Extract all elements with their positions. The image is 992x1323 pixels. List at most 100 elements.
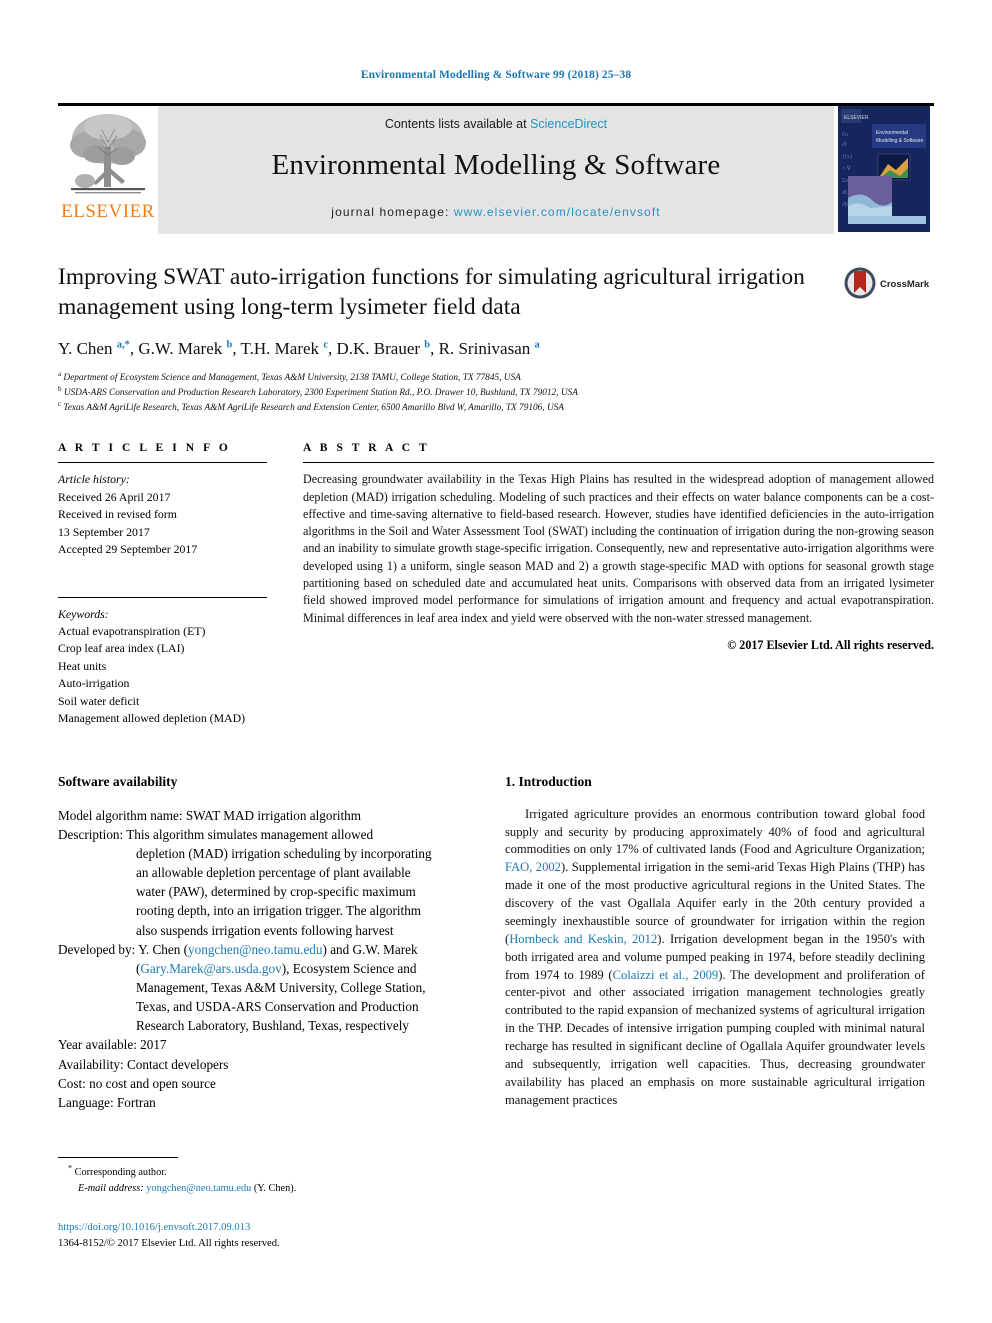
homepage-url-link[interactable]: www.elsevier.com/locate/envsoft <box>454 205 661 219</box>
journal-homepage-line: journal homepage: www.elsevier.com/locat… <box>331 205 660 219</box>
journal-cover: ELSEVIER Environmental Modelling & Softw… <box>834 106 934 234</box>
abstract-rule <box>303 462 934 464</box>
email-label: E-mail address: <box>78 1182 144 1194</box>
affiliation-line: b USDA-ARS Conservation and Production R… <box>58 385 578 399</box>
software-language-line: Language: Fortran <box>58 1094 156 1110</box>
software-developer-line: Management, Texas A&M University, Colleg… <box>136 980 426 995</box>
software-model-name: Model algorithm name: SWAT MAD irrigatio… <box>58 807 362 823</box>
paper-page: Environmental Modelling & Software 99 (2… <box>0 0 992 1323</box>
software-availability-column: Software availability Model algorithm na… <box>58 774 478 1112</box>
footnote-rule <box>58 1157 178 1158</box>
svg-text:∂β: ∂β <box>842 201 848 208</box>
corresponding-author-text: Corresponding author. <box>74 1167 167 1178</box>
software-description-first: Description: This algorithm simulates ma… <box>58 826 374 842</box>
developer-email-2-link[interactable]: Gary.Marek@ars.usda.gov <box>140 961 281 976</box>
software-description-line: water (PAW), determined by crop-specific… <box>136 884 416 900</box>
keyword-item: Heat units <box>58 658 107 673</box>
doi-block: https://doi.org/10.1016/j.envsoft.2017.0… <box>58 1220 478 1252</box>
article-info-rule <box>58 462 267 464</box>
introduction-heading: 1. Introduction <box>505 773 592 789</box>
journal-title: Environmental Modelling & Software <box>271 149 721 181</box>
svg-text:ELSEVIER: ELSEVIER <box>844 115 869 121</box>
homepage-prefix: journal homepage: <box>331 205 454 219</box>
elsevier-logo: ELSEVIER <box>58 106 158 234</box>
keywords-rule <box>58 596 267 598</box>
software-year-line: Year available: 2017 <box>58 1037 167 1053</box>
crossmark-icon: CrossMark <box>844 267 930 299</box>
affiliation-marker: b <box>58 385 62 394</box>
svg-text:= ∇: = ∇ <box>842 165 852 172</box>
sciencedirect-band: Contents lists available at ScienceDirec… <box>158 106 834 234</box>
software-developed-by-line: Developed by: Y. Chen (yongchen@neo.tamu… <box>58 941 418 957</box>
affiliation-line: c Texas A&M AgriLife Research, Texas A&M… <box>58 400 564 414</box>
abstract-column: A B S T R A C T Decreasing groundwater a… <box>303 442 934 653</box>
keyword-item: Crop leaf area index (LAI) <box>58 641 185 656</box>
journal-cover-thumbnail-icon: ELSEVIER Environmental Modelling & Softw… <box>838 106 930 232</box>
software-developed-by-rest: Management, Texas A&M University, Colleg… <box>58 978 450 1035</box>
keyword-item: Actual evapotranspiration (ET) <box>58 624 206 639</box>
contents-available-line: Contents lists available at ScienceDirec… <box>385 117 607 131</box>
svg-text:∂t: ∂t <box>842 141 847 148</box>
keyword-item: Auto-irrigation <box>58 676 130 691</box>
introduction-column: 1. Introduction Irrigated agriculture pr… <box>505 774 925 1110</box>
article-history-item: Received in revised form <box>58 507 177 522</box>
svg-text:∂u: ∂u <box>842 131 848 138</box>
citation-link[interactable]: Colaizzi et al., 2009 <box>613 968 719 982</box>
sciencedirect-link[interactable]: ScienceDirect <box>530 117 607 131</box>
keywords-title: Keywords: <box>58 606 109 621</box>
journal-masthead: ELSEVIER Contents lists available at Sci… <box>58 103 934 234</box>
affiliation-marker: a <box>58 370 62 379</box>
affiliation-list: a Department of Ecosystem Science and Ma… <box>58 371 827 416</box>
introduction-paragraph: Irrigated agriculture provides an enormo… <box>505 806 925 1107</box>
software-description-rest: depletion (MAD) irrigation scheduling by… <box>58 844 450 940</box>
keywords-list: Actual evapotranspiration (ET) Crop leaf … <box>58 623 267 728</box>
software-developer-line: Texas, and USDA-ARS Conservation and Pro… <box>136 999 419 1015</box>
affiliation-line: a Department of Ecosystem Science and Ma… <box>58 370 521 384</box>
affiliation-marker: c <box>58 400 62 409</box>
software-description-line: rooting depth, into an irrigation trigge… <box>136 903 422 919</box>
svg-text:CrossMark: CrossMark <box>880 279 930 290</box>
article-history-item: Accepted 29 September 2017 <box>58 542 198 557</box>
software-availability-heading: Software availability <box>58 773 178 789</box>
contents-prefix: Contents lists available at <box>384 117 531 131</box>
article-history-item: Received 26 April 2017 <box>58 489 171 504</box>
info-abstract-row: A R T I C L E I N F O Article history: R… <box>58 442 934 727</box>
abstract-heading: A B S T R A C T <box>303 442 430 455</box>
body-columns: Software availability Model algorithm na… <box>58 774 934 1112</box>
abstract-text: Decreasing groundwater availability in t… <box>303 472 934 625</box>
running-head: Environmental Modelling & Software 99 (2… <box>360 69 632 81</box>
abstract-copyright: © 2017 Elsevier Ltd. All rights reserved… <box>727 637 934 652</box>
corresponding-author-note: * Corresponding author. <box>58 1163 478 1181</box>
article-info-column: A R T I C L E I N F O Article history: R… <box>58 442 303 727</box>
elsevier-wordmark: ELSEVIER <box>61 201 155 222</box>
keywords-block: Keywords: Actual evapotranspiration (ET)… <box>58 596 267 728</box>
doi-link[interactable]: https://doi.org/10.1016/j.envsoft.2017.0… <box>58 1220 478 1236</box>
software-cost-line: Cost: no cost and open source <box>58 1075 216 1091</box>
article-history-list: Received 26 April 2017 Received in revise… <box>58 489 267 559</box>
title-text-wrap: Improving SWAT auto-irrigation functions… <box>58 262 839 416</box>
asterisk-icon: * <box>68 1163 72 1173</box>
svg-text:ƒ(x): ƒ(x) <box>842 153 852 160</box>
software-description-line: an allowable depletion percentage of pla… <box>136 865 411 881</box>
software-availability-line: Availability: Contact developers <box>58 1056 229 1072</box>
citation-link[interactable]: Hornbeck and Keskin, 2012 <box>509 932 657 946</box>
developer-email-1-link[interactable]: yongchen@neo.tamu.edu <box>188 942 322 957</box>
article-history-item: 13 September 2017 <box>58 524 150 539</box>
keyword-item: Management allowed depletion (MAD) <box>58 711 246 726</box>
issn-copyright: 1364-8152/© 2017 Elsevier Ltd. All right… <box>58 1238 280 1250</box>
footnote-area: * Corresponding author. E-mail address: … <box>58 1157 478 1252</box>
email-link[interactable]: yongchen@neo.tamu.edu <box>146 1183 251 1194</box>
author-list: Y. Chen a,*, G.W. Marek b, T.H. Marek c,… <box>58 339 540 359</box>
email-suffix: (Y. Chen). <box>253 1182 297 1194</box>
software-description-line: also suspends irrigation events followin… <box>136 922 394 938</box>
software-developed-by-email2-line: (Gary.Marek@ars.usda.gov), Ecosystem Sci… <box>136 960 417 976</box>
svg-text:Modelling & Software: Modelling & Software <box>876 138 923 144</box>
page-title: Improving SWAT auto-irrigation functions… <box>58 264 805 321</box>
article-history-title: Article history: <box>58 472 130 487</box>
crossmark-badge[interactable]: CrossMark <box>839 262 934 300</box>
software-description-line: depletion (MAD) irrigation scheduling by… <box>136 846 432 862</box>
citation-link[interactable]: FAO, 2002 <box>505 860 561 874</box>
elsevier-tree-icon <box>70 114 146 194</box>
email-note: E-mail address: yongchen@neo.tamu.edu (Y… <box>58 1181 478 1197</box>
article-info-heading: A R T I C L E I N F O <box>58 442 231 455</box>
